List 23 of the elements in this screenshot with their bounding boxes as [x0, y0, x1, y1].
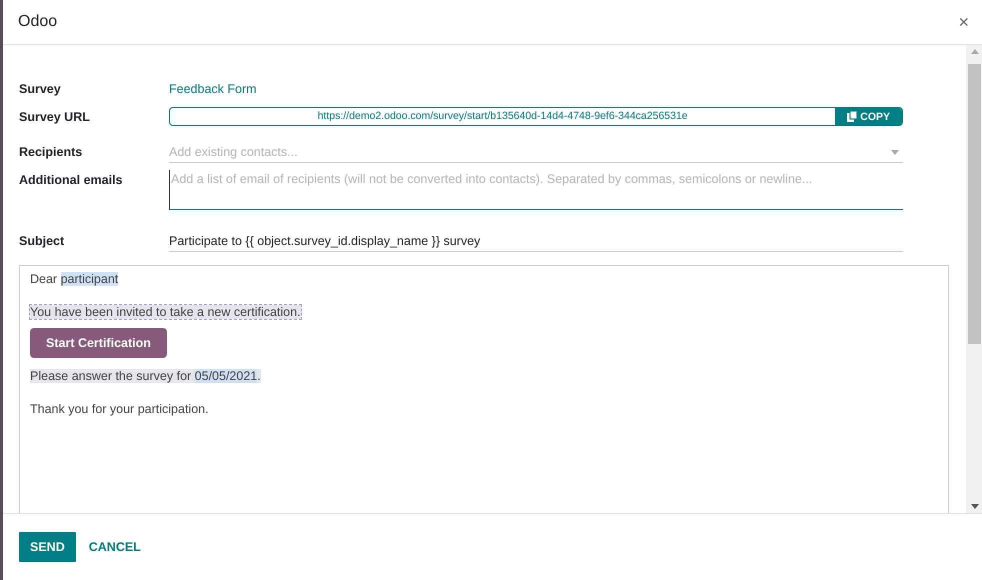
emails-field[interactable]: Add a list of email of recipients (will not be converted into contacts). Separated by commas, semicolons or newline...: [169, 170, 903, 210]
field-label: Survey: [19, 81, 62, 96]
field-label: Subject: [19, 233, 66, 248]
url-text: https://demo2.odoo.com/survey/start/b135640d-14d4-4748-9ef6-344ca256531e: [316, 109, 689, 124]
body-paragraph: You have been invited to take a new certification.: [30, 305, 302, 320]
field-label: Survey URL: [19, 109, 91, 124]
email-editor[interactable]: Dear participant You have been invited to take a new certification. Start Certification Please answer the survey for 05/05/2021. Thank you for your participation.: [19, 265, 949, 513]
field-label: Recipients: [19, 144, 84, 159]
scroll-down-icon[interactable]: [970, 504, 978, 509]
dialog-title: Odoo: [18, 13, 58, 31]
scrollbar[interactable]: [966, 45, 982, 513]
body-paragraph: Dear participant: [30, 272, 120, 287]
close-button[interactable]: ×: [954, 12, 973, 32]
body-paragraph: Please answer the survey for 05/05/2021.: [30, 369, 262, 384]
send-button[interactable]: SEND: [19, 532, 76, 562]
start-certification-button[interactable]: Start Certification: [30, 328, 167, 358]
cancel-button[interactable]: CANCEL: [78, 532, 152, 562]
copy-icon: [847, 111, 858, 122]
scroll-up-icon[interactable]: [970, 49, 978, 54]
copy-button[interactable]: COPY: [835, 108, 902, 125]
survey-link[interactable]: Feedback Form: [169, 79, 903, 96]
body-paragraph: Thank you for your participation.: [30, 402, 210, 417]
field-label: Additional emails: [19, 172, 124, 187]
